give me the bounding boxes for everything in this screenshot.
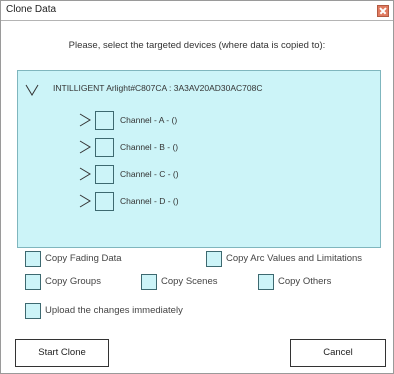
channel-a-label: Channel - A - () <box>120 115 178 125</box>
copy-fading-data-label: Copy Fading Data <box>45 253 122 264</box>
copy-scenes-checkbox[interactable] <box>141 274 157 290</box>
copy-arc-values-checkbox[interactable] <box>206 251 222 267</box>
upload-immediately-label: Upload the changes immediately <box>45 305 183 316</box>
channel-b-checkbox[interactable] <box>95 138 114 157</box>
chevron-right-icon[interactable] <box>79 113 91 127</box>
clone-data-dialog: Clone Data Please, select the targeted d… <box>0 0 394 374</box>
channel-c-checkbox[interactable] <box>95 165 114 184</box>
copy-fading-data-checkbox[interactable] <box>25 251 41 267</box>
upload-immediately-checkbox[interactable] <box>25 303 41 319</box>
tree-item-channel-a[interactable]: Channel - A - () <box>61 111 261 131</box>
window-title: Clone Data <box>6 4 57 15</box>
close-icon[interactable] <box>377 5 389 17</box>
cancel-button[interactable]: Cancel <box>290 339 386 367</box>
copy-others-checkbox[interactable] <box>258 274 274 290</box>
channel-d-label: Channel - D - () <box>120 196 179 206</box>
copy-arc-values-label: Copy Arc Values and Limitations <box>226 253 363 264</box>
chevron-down-icon[interactable] <box>25 83 39 97</box>
tree-item-channel-b[interactable]: Channel - B - () <box>61 138 261 158</box>
chevron-right-icon[interactable] <box>79 140 91 154</box>
channel-a-checkbox[interactable] <box>95 111 114 130</box>
start-clone-button[interactable]: Start Clone <box>15 339 109 367</box>
chevron-right-icon[interactable] <box>79 167 91 181</box>
chevron-right-icon[interactable] <box>79 194 91 208</box>
title-bar: Clone Data <box>1 1 393 21</box>
device-label[interactable]: INTILLIGENT Arlight#C807CA : 3A3AV20AD30… <box>53 83 262 93</box>
copy-groups-label: Copy Groups <box>45 276 101 287</box>
copy-groups-checkbox[interactable] <box>25 274 41 290</box>
channel-d-checkbox[interactable] <box>95 192 114 211</box>
tree-item-channel-c[interactable]: Channel - C - () <box>61 165 261 185</box>
tree-item-channel-d[interactable]: Channel - D - () <box>61 192 261 212</box>
instruction-text: Please, select the targeted devices (whe… <box>68 40 326 51</box>
channel-c-label: Channel - C - () <box>120 169 179 179</box>
copy-others-label: Copy Others <box>278 276 332 287</box>
copy-scenes-label: Copy Scenes <box>161 276 218 287</box>
channel-b-label: Channel - B - () <box>120 142 179 152</box>
device-tree: INTILLIGENT Arlight#C807CA : 3A3AV20AD30… <box>17 70 381 248</box>
